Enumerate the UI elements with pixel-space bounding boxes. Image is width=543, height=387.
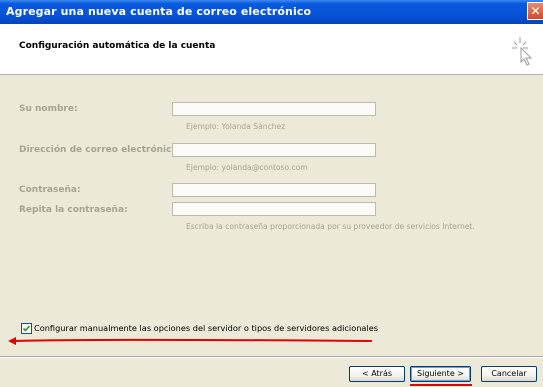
page-heading: Configuración automática de la cuenta <box>19 41 216 51</box>
name-label: Su nombre: <box>19 104 78 114</box>
cursor-sparkle-icon <box>512 37 533 66</box>
repeat-password-field[interactable] <box>172 202 376 216</box>
wizard-header: Configuración automática de la cuenta <box>0 24 543 75</box>
manual-config-checkbox[interactable] <box>21 323 32 334</box>
email-field[interactable] <box>172 143 376 157</box>
close-icon: ✕ <box>530 4 541 18</box>
close-button[interactable]: ✕ <box>527 2 543 20</box>
email-hint: Ejemplo: yolanda@contoso.com <box>186 163 308 172</box>
cancel-button[interactable]: Cancelar <box>481 366 537 382</box>
annotation-arrowhead <box>8 337 16 345</box>
repeat-password-label: Repita la contraseña: <box>19 205 128 215</box>
annotation-underline <box>13 338 373 342</box>
email-label: Dirección de correo electrónico: <box>19 145 182 155</box>
window-title: Agregar una nueva cuenta de correo elect… <box>6 5 312 18</box>
manual-config-label[interactable]: Configurar manualmente las opciones del … <box>34 323 378 333</box>
password-label: Contraseña: <box>19 185 81 195</box>
password-hint: Escriba la contraseña proporcionada por … <box>186 222 475 231</box>
title-bar[interactable]: Agregar una nueva cuenta de correo elect… <box>0 0 543 24</box>
back-button[interactable]: < Atrás <box>349 366 405 382</box>
name-field[interactable] <box>172 102 376 116</box>
footer-divider <box>0 356 543 358</box>
name-hint: Ejemplo: Yolanda Sánchez <box>186 122 286 131</box>
checkmark-icon <box>22 325 31 332</box>
password-field[interactable] <box>172 183 376 197</box>
next-button[interactable]: Siguiente > <box>410 366 471 382</box>
